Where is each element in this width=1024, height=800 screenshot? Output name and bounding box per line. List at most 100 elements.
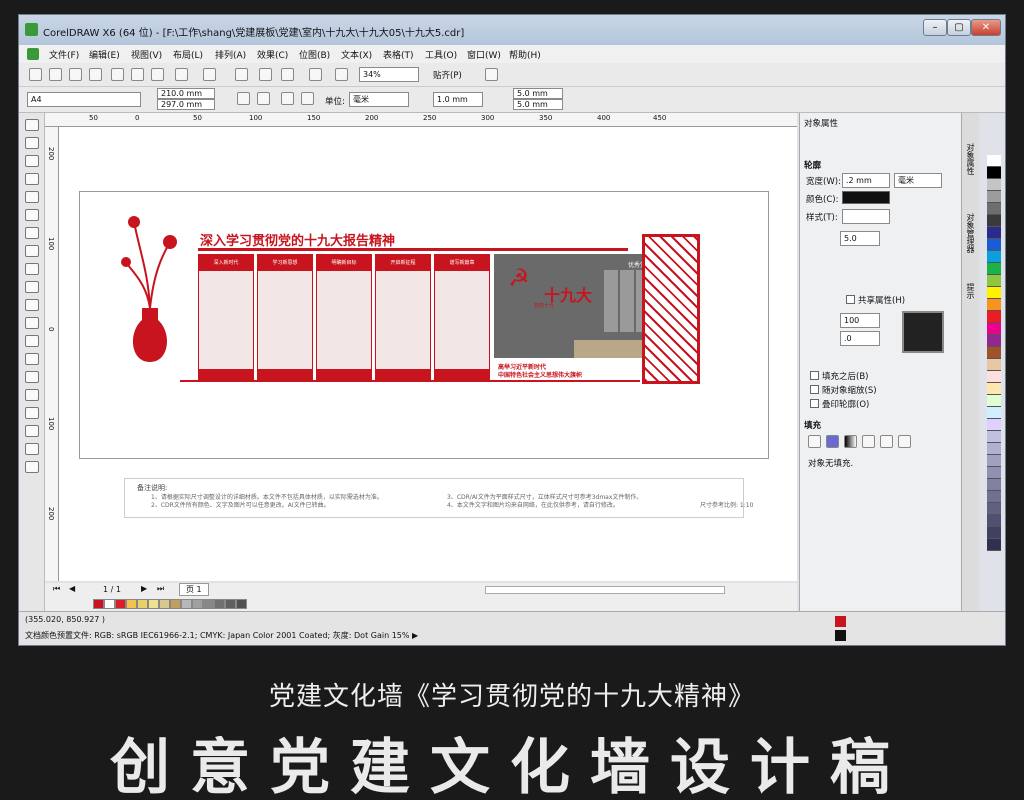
options-icon[interactable] [485,68,498,81]
menu-text[interactable]: 文本(X) [341,48,372,61]
menu-window[interactable]: 窗口(W) [467,48,501,61]
palette-swatch[interactable] [987,515,1001,527]
print-icon[interactable] [89,68,102,81]
smart-fill-icon[interactable] [25,209,39,221]
palette-swatch[interactable] [987,299,1001,311]
tab-hints[interactable]: 提示 [965,283,976,299]
document-swatch[interactable] [115,599,126,609]
paper-size-select[interactable]: A4 [27,92,141,107]
polygon-tool-icon[interactable] [25,263,39,275]
palette-swatch[interactable] [987,311,1001,323]
outline-color-picker[interactable] [842,191,890,204]
texture-fill-icon[interactable] [880,435,893,448]
search-content-icon[interactable] [235,68,248,81]
menu-arrange[interactable]: 排列(A) [215,48,246,61]
duplicate-y-field[interactable]: 5.0 mm [513,99,563,110]
nib-preview[interactable] [902,311,944,353]
new-icon[interactable] [29,68,42,81]
redo-icon[interactable] [203,68,216,81]
palette-swatch[interactable] [987,227,1001,239]
outline-section-title[interactable]: 轮廓 [804,159,821,171]
undo-icon[interactable] [175,68,188,81]
transparency-tool-icon[interactable] [25,389,39,401]
palette-swatch[interactable] [987,179,1001,191]
fountain-fill-icon[interactable] [844,435,857,448]
palette-swatch[interactable] [987,203,1001,215]
prev-page-icon[interactable]: ◀ [69,584,75,593]
palette-swatch[interactable] [987,359,1001,371]
page-tab[interactable]: 页 1 [179,583,209,596]
all-pages-icon[interactable] [281,92,294,105]
palette-swatch[interactable] [987,155,1001,167]
freehand-tool-icon[interactable] [25,191,39,203]
shape-tool-icon[interactable] [25,137,39,149]
blend-tool-icon[interactable] [25,371,39,383]
paste-icon[interactable] [151,68,164,81]
interactive-fill-icon[interactable] [25,461,39,473]
app-launcher-icon[interactable] [309,68,322,81]
crop-tool-icon[interactable] [25,155,39,167]
palette-swatch[interactable] [987,527,1001,539]
palette-swatch[interactable] [987,335,1001,347]
pick-tool-icon[interactable] [25,119,39,131]
menu-effects[interactable]: 效果(C) [257,48,288,61]
palette-swatch[interactable] [987,167,1001,179]
document-swatch[interactable] [93,599,104,609]
outline-unit-select[interactable]: 毫米 [894,173,942,188]
outline-style-select[interactable] [842,209,890,224]
page-width-field[interactable]: 210.0 mm [157,88,215,99]
parallel-dimension-icon[interactable] [25,335,39,347]
scale-with-object-checkbox[interactable] [810,385,819,394]
palette-swatch[interactable] [987,479,1001,491]
first-page-icon[interactable]: ⏮ [53,584,60,594]
uniform-fill-icon[interactable] [826,435,839,448]
landscape-icon[interactable] [257,92,270,105]
stretch-field[interactable]: 100 [840,313,880,328]
ellipse-tool-icon[interactable] [25,245,39,257]
design-artboard[interactable]: 深入学习贯彻党的十九大报告精神 深入新时代 学习新思想 明确新目标 开启新征程 … [79,191,769,459]
document-swatch[interactable] [214,599,225,609]
angle-field[interactable]: .0 [840,331,880,346]
palette-swatch[interactable] [987,395,1001,407]
menu-table[interactable]: 表格(T) [383,48,414,61]
page-height-field[interactable]: 297.0 mm [157,99,215,110]
palette-swatch[interactable] [987,491,1001,503]
palette-swatch[interactable] [987,323,1001,335]
import-icon[interactable] [259,68,272,81]
palette-swatch[interactable] [987,263,1001,275]
outline-indicator[interactable] [835,630,846,641]
palette-swatch[interactable] [987,503,1001,515]
zoom-level-select[interactable]: 34% [359,67,419,82]
outline-width-field[interactable]: .2 mm [842,173,890,188]
snap-to-menu[interactable]: 贴齐(P) [433,69,462,81]
pattern-fill-icon[interactable] [862,435,875,448]
welcome-screen-icon[interactable] [335,68,348,81]
menu-view[interactable]: 视图(V) [131,48,162,61]
palette-swatch[interactable] [987,251,1001,263]
palette-swatch[interactable] [987,455,1001,467]
overprint-checkbox[interactable] [810,399,819,408]
document-swatch[interactable] [203,599,214,609]
minimize-button[interactable]: – [923,19,947,36]
share-attributes-checkbox[interactable] [846,295,855,304]
menu-file[interactable]: 文件(F) [49,48,79,61]
rectangle-tool-icon[interactable] [25,227,39,239]
nudge-distance-field[interactable]: 1.0 mm [433,92,483,107]
document-icon[interactable] [27,48,39,60]
menu-help[interactable]: 帮助(H) [509,48,541,61]
save-icon[interactable] [69,68,82,81]
current-page-icon[interactable] [301,92,314,105]
document-swatch[interactable] [181,599,192,609]
zoom-tool-icon[interactable] [25,173,39,185]
portrait-icon[interactable] [237,92,250,105]
table-tool-icon[interactable] [25,317,39,329]
fill-indicator[interactable] [835,616,846,627]
palette-swatch[interactable] [987,191,1001,203]
open-icon[interactable] [49,68,62,81]
eyedropper-icon[interactable] [25,407,39,419]
document-swatch[interactable] [104,599,115,609]
connector-tool-icon[interactable] [25,353,39,365]
copy-icon[interactable] [131,68,144,81]
no-fill-icon[interactable] [808,435,821,448]
palette-swatch[interactable] [987,431,1001,443]
